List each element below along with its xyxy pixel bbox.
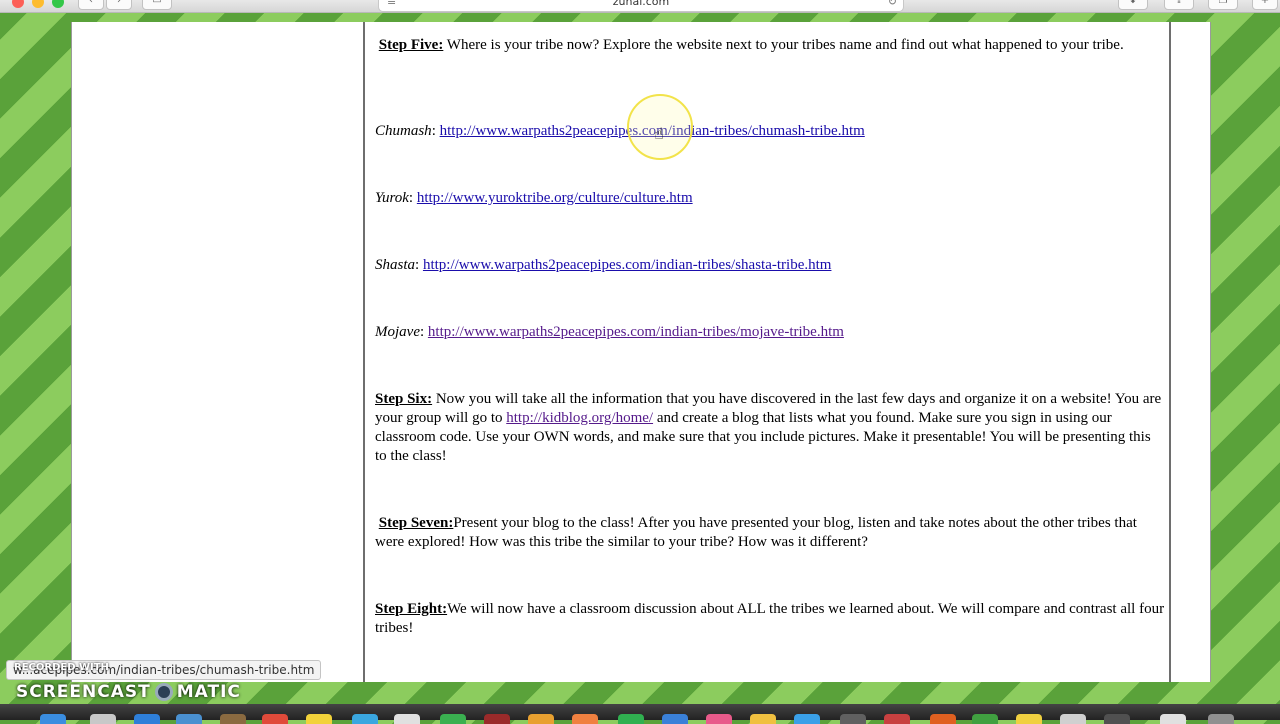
screencast-logo: SCREENCAST MATIC xyxy=(16,682,241,702)
calendar-icon[interactable] xyxy=(262,714,288,724)
ibooks-store-icon[interactable] xyxy=(750,714,776,724)
sidebar-icon: ▭ xyxy=(152,0,162,6)
screencast-brand-left: SCREENCAST xyxy=(16,682,151,702)
tabs-icon: ❐ xyxy=(1218,0,1228,6)
share-button[interactable]: ⇪ xyxy=(1164,0,1194,10)
app-icon[interactable] xyxy=(1016,714,1042,724)
step-six-paragraph: Step Six: Now you will take all the info… xyxy=(375,390,1165,466)
step-six-label: Step Six: xyxy=(375,391,433,407)
numbers-icon[interactable] xyxy=(618,714,644,724)
tribe-name: Chumash xyxy=(375,123,432,139)
minimize-window-button[interactable] xyxy=(32,0,44,8)
reload-icon[interactable]: ↻ xyxy=(888,0,897,9)
trash-icon[interactable] xyxy=(1208,714,1234,724)
forward-button[interactable]: › xyxy=(106,0,132,10)
keynote-icon[interactable] xyxy=(662,714,688,724)
facetime-icon[interactable] xyxy=(440,714,466,724)
finder-icon[interactable] xyxy=(40,714,66,724)
recorded-with-label: RECORDED WITH xyxy=(14,662,109,673)
system-preferences-icon[interactable] xyxy=(840,714,866,724)
step-five-text: Where is your tribe now? Explore the web… xyxy=(443,37,1124,53)
documents-stack-icon[interactable] xyxy=(1160,714,1186,724)
messages-icon[interactable] xyxy=(352,714,378,724)
step-seven-label: Step Seven: xyxy=(378,515,454,531)
kidblog-link[interactable]: http://kidblog.org/home/ xyxy=(506,410,653,426)
screencast-brand-right: MATIC xyxy=(176,682,241,702)
app-icon[interactable] xyxy=(930,714,956,724)
photos-icon[interactable] xyxy=(528,714,554,724)
downloads-button[interactable]: ⬇ xyxy=(1118,0,1148,10)
plus-icon: + xyxy=(1260,0,1270,6)
mail-icon[interactable] xyxy=(176,714,202,724)
step-eight-paragraph: Step Eight:We will now have a classroom … xyxy=(375,600,1165,638)
tribe-row-yurok: Yurok: http://www.yuroktribe.org/culture… xyxy=(375,190,693,206)
tribe-name: Shasta xyxy=(375,257,416,273)
contacts-icon[interactable] xyxy=(220,714,246,724)
photo-booth-icon[interactable] xyxy=(484,714,510,724)
dock xyxy=(0,704,1280,724)
tribe-link-yurok[interactable]: http://www.yuroktribe.org/culture/cultur… xyxy=(417,190,693,206)
step-five-paragraph: Step Five: Where is your tribe now? Expl… xyxy=(375,36,1165,55)
safari-icon[interactable] xyxy=(134,714,160,724)
tribe-row-shasta: Shasta: http://www.warpaths2peacepipes.c… xyxy=(375,257,832,273)
tribe-name: Mojave xyxy=(375,324,420,340)
chevron-left-icon: ‹ xyxy=(89,0,93,6)
hand-cursor-icon: ☝ xyxy=(654,124,664,143)
zoom-window-button[interactable] xyxy=(52,0,64,8)
step-seven-paragraph: Step Seven:Present your blog to the clas… xyxy=(375,514,1165,552)
back-button[interactable]: ‹ xyxy=(78,0,104,10)
step-five-label: Step Five: xyxy=(378,37,444,53)
tribe-row-mojave: Mojave: http://www.warpaths2peacepipes.c… xyxy=(375,324,844,340)
step-eight-label: Step Eight: xyxy=(375,601,448,617)
download-icon: ⬇ xyxy=(1128,0,1138,6)
reader-icon[interactable]: ≡ xyxy=(387,0,396,9)
tabs-button[interactable]: ❐ xyxy=(1208,0,1238,10)
step-eight-text: We will now have a classroom discussion … xyxy=(375,601,1165,636)
app-icon[interactable] xyxy=(972,714,998,724)
new-tab-button[interactable]: + xyxy=(1252,0,1278,10)
chevron-right-icon: › xyxy=(117,0,121,6)
itunes-icon[interactable] xyxy=(706,714,732,724)
app-icon[interactable] xyxy=(884,714,910,724)
close-window-button[interactable] xyxy=(12,0,24,8)
tribe-link-shasta[interactable]: http://www.warpaths2peacepipes.com/india… xyxy=(423,257,832,273)
address-text: zunal.com xyxy=(612,0,670,8)
record-icon xyxy=(154,683,173,701)
step-seven-text: Present your blog to the class! After yo… xyxy=(375,515,1137,550)
sidebar-button[interactable]: ▭ xyxy=(142,0,172,10)
tribe-link-mojave[interactable]: http://www.warpaths2peacepipes.com/india… xyxy=(428,324,844,340)
reminders-icon[interactable] xyxy=(394,714,420,724)
browser-toolbar: ‹ › ▭ ≡ zunal.com ↻ ⬇ ⇪ ❐ + xyxy=(0,0,1280,13)
tribe-name: Yurok xyxy=(375,190,409,206)
notes-icon[interactable] xyxy=(306,714,332,724)
downloads-stack-icon[interactable] xyxy=(1104,714,1130,724)
document-column xyxy=(363,22,1171,682)
ibooks-icon[interactable] xyxy=(572,714,598,724)
tribe-row-chumash: Chumash: http://www.warpaths2peacepipes.… xyxy=(375,123,865,139)
share-icon: ⇪ xyxy=(1174,0,1184,6)
app-store-icon[interactable] xyxy=(794,714,820,724)
app-icon[interactable] xyxy=(1060,714,1086,724)
address-bar[interactable]: ≡ zunal.com ↻ xyxy=(378,0,904,12)
launchpad-icon[interactable] xyxy=(90,714,116,724)
